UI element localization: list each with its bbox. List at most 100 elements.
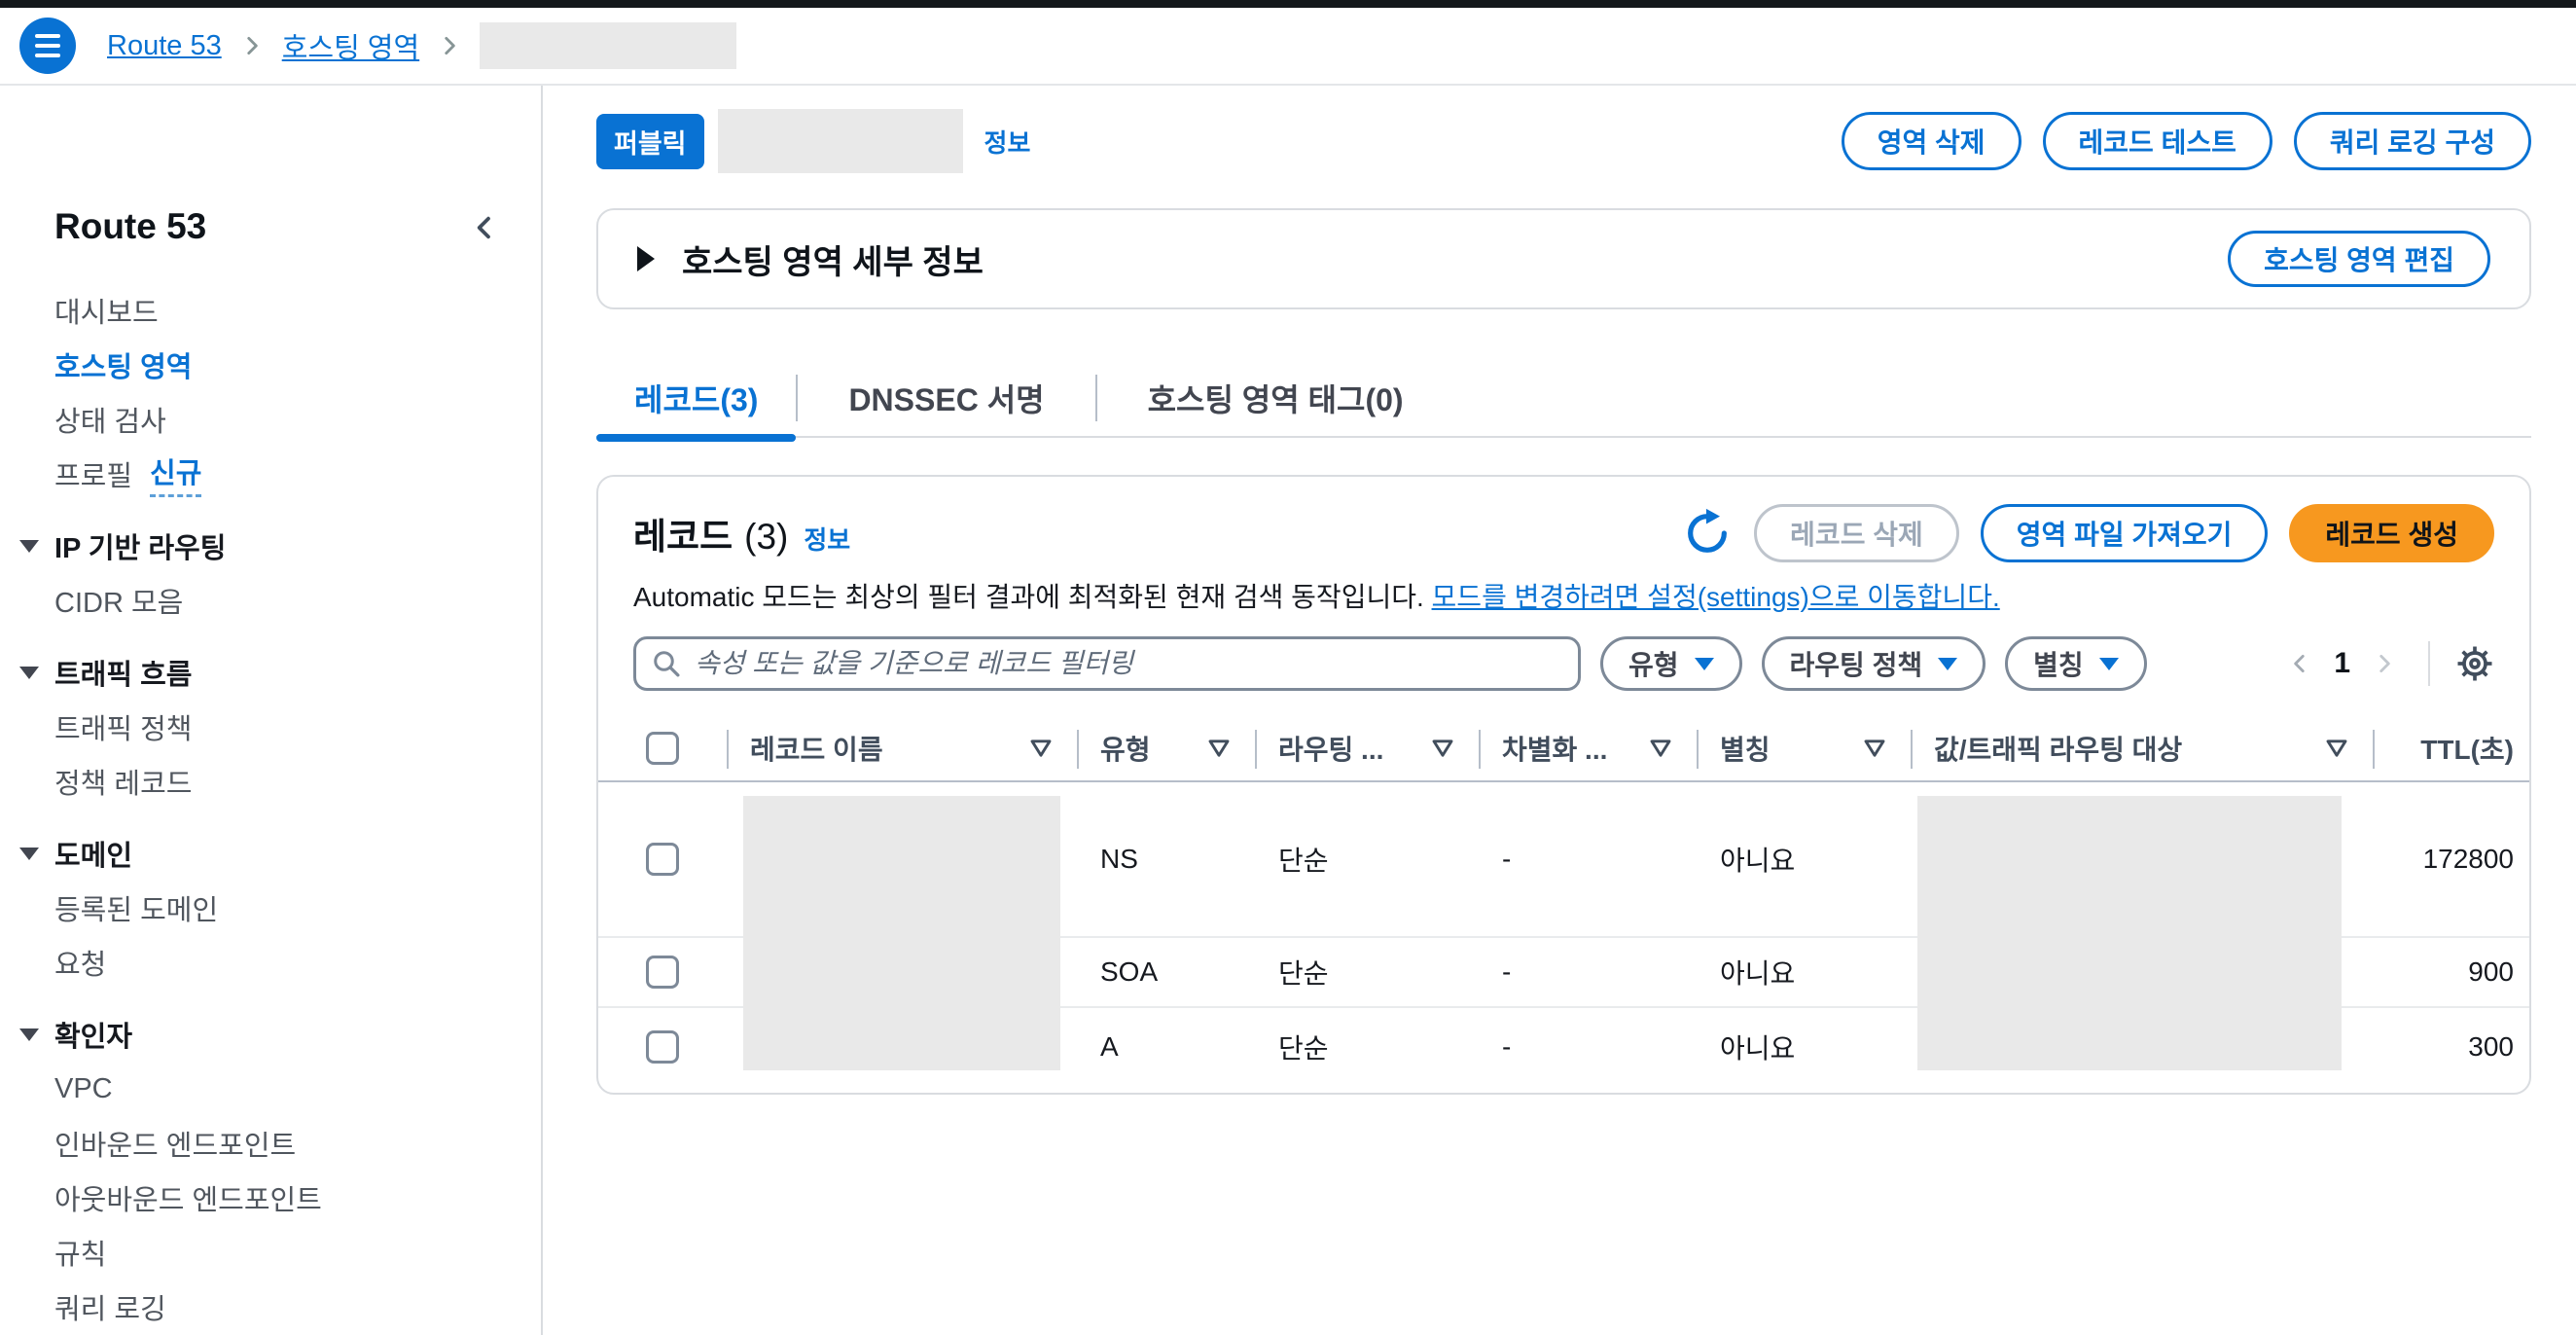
records-info-link[interactable]: 정보 bbox=[804, 521, 850, 557]
records-count: (3) bbox=[744, 517, 788, 558]
sidebar-item-dashboard[interactable]: 대시보드 bbox=[0, 283, 541, 338]
chevron-down-icon bbox=[1938, 658, 1957, 670]
sidebar-item-registered-domains[interactable]: 등록된 도메인 bbox=[0, 881, 541, 935]
records-table-header: 레코드 이름 유형 라우팅 ... 차별화 ... 별칭 값/트래픽 라우팅 대… bbox=[598, 716, 2529, 782]
column-label: 값/트래픽 라우팅 대상 bbox=[1934, 729, 2182, 768]
sidebar-item-inbound-endpoints[interactable]: 인바운드 엔드포인트 bbox=[0, 1116, 541, 1171]
test-record-button[interactable]: 레코드 테스트 bbox=[2043, 112, 2272, 170]
sidebar-collapse-button[interactable] bbox=[469, 212, 500, 246]
record-filter-input[interactable] bbox=[695, 648, 1562, 679]
breadcrumb-route53-link[interactable]: Route 53 bbox=[107, 30, 222, 62]
search-icon bbox=[652, 649, 681, 678]
sort-icon[interactable] bbox=[1864, 740, 1885, 757]
sidebar-item-vpc[interactable]: VPC bbox=[0, 1062, 541, 1116]
sidebar-item-label: 프로필 bbox=[54, 453, 132, 494]
row-checkbox[interactable] bbox=[646, 1030, 679, 1064]
type-filter-dropdown[interactable]: 유형 bbox=[1600, 636, 1742, 691]
column-header-ttl[interactable]: TTL(초) bbox=[2373, 716, 2531, 780]
next-page-button[interactable] bbox=[2366, 645, 2403, 682]
column-label: TTL(초) bbox=[2420, 729, 2514, 768]
tab-zone-tags[interactable]: 호스팅 영역 태그(0) bbox=[1097, 359, 1454, 437]
column-label: 별칭 bbox=[1720, 729, 1771, 768]
sidebar-section-ip-based-routing[interactable]: IP 기반 라우팅 bbox=[0, 519, 541, 573]
record-filter-box bbox=[633, 636, 1581, 691]
create-record-button[interactable]: 레코드 생성 bbox=[2289, 504, 2494, 562]
records-actions: 레코드 삭제 영역 파일 가져오기 레코드 생성 bbox=[1682, 504, 2494, 562]
delete-zone-button[interactable]: 영역 삭제 bbox=[1842, 112, 2021, 170]
services-menu-button[interactable] bbox=[19, 18, 76, 74]
sort-icon[interactable] bbox=[2326, 740, 2347, 757]
routing-policy-filter-dropdown[interactable]: 라우팅 정책 bbox=[1762, 636, 1986, 691]
import-zone-file-button[interactable]: 영역 파일 가져오기 bbox=[1981, 504, 2269, 562]
sidebar-item-label: 등록된 도메인 bbox=[54, 887, 218, 928]
column-header-record-name[interactable]: 레코드 이름 bbox=[727, 716, 1077, 780]
column-header-type[interactable]: 유형 bbox=[1077, 716, 1255, 780]
column-header-routing[interactable]: 라우팅 ... bbox=[1255, 716, 1479, 780]
column-label: 레코드 이름 bbox=[750, 729, 883, 768]
sidebar-section-domains[interactable]: 도메인 bbox=[0, 826, 541, 881]
chevron-down-icon bbox=[2099, 658, 2119, 670]
tab-label: DNSSEC 서명 bbox=[848, 376, 1044, 420]
edit-hosted-zone-button[interactable]: 호스팅 영역 편집 bbox=[2228, 231, 2490, 287]
sidebar-item-requests[interactable]: 요청 bbox=[0, 935, 541, 990]
tab-dnssec-signing[interactable]: DNSSEC 서명 bbox=[798, 359, 1094, 437]
sidebar-section-resolver[interactable]: 확인자 bbox=[0, 1007, 541, 1062]
sidebar-item-policy-records[interactable]: 정책 레코드 bbox=[0, 754, 541, 809]
triangle-down-icon bbox=[19, 848, 39, 860]
chevron-left-icon bbox=[2287, 651, 2312, 676]
details-panel-title[interactable]: 호스팅 영역 세부 정보 bbox=[682, 235, 984, 283]
sort-icon[interactable] bbox=[1030, 740, 1052, 757]
sort-icon[interactable] bbox=[1650, 740, 1671, 757]
sidebar-item-hosted-zones[interactable]: 호스팅 영역 bbox=[0, 338, 541, 392]
triangle-down-icon bbox=[19, 1028, 39, 1041]
sort-icon[interactable] bbox=[1208, 740, 1230, 757]
record-names-redacted bbox=[743, 796, 1060, 1070]
sidebar-item-label: 정책 레코드 bbox=[54, 761, 192, 802]
column-header-differentiator[interactable]: 차별화 ... bbox=[1479, 716, 1697, 780]
sidebar-item-traffic-policies[interactable]: 트래픽 정책 bbox=[0, 700, 541, 754]
sidebar-item-health-checks[interactable]: 상태 검사 bbox=[0, 392, 541, 447]
sidebar-item-query-logging[interactable]: 쿼리 로깅 bbox=[0, 1280, 541, 1334]
zone-actions: 영역 삭제 레코드 테스트 쿼리 로깅 구성 bbox=[1842, 112, 2531, 170]
chevron-left-icon bbox=[469, 212, 500, 243]
sidebar-item-outbound-endpoints[interactable]: 아웃바운드 엔드포인트 bbox=[0, 1171, 541, 1225]
sidebar-item-label: 대시보드 bbox=[54, 290, 159, 331]
sidebar-item-label: VPC bbox=[54, 1073, 113, 1105]
records-panel: 레코드 (3) 정보 레코드 삭제 영역 파일 가져오기 레코드 생성 Auto… bbox=[596, 475, 2531, 1095]
configure-query-logging-button[interactable]: 쿼리 로깅 구성 bbox=[2294, 112, 2531, 170]
tab-label: 호스팅 영역 태그(0) bbox=[1148, 376, 1404, 420]
select-all-checkbox[interactable] bbox=[646, 732, 679, 765]
sidebar-item-profiles[interactable]: 프로필 신규 bbox=[0, 447, 541, 501]
refresh-button[interactable] bbox=[1682, 508, 1733, 559]
dropdown-label: 라우팅 정책 bbox=[1790, 644, 1923, 683]
expand-triangle-icon[interactable] bbox=[637, 246, 655, 271]
sidebar-section-traffic-flow[interactable]: 트래픽 흐름 bbox=[0, 645, 541, 700]
sort-icon[interactable] bbox=[1432, 740, 1453, 757]
breadcrumb-hosted-zones-link[interactable]: 호스팅 영역 bbox=[282, 25, 419, 66]
sidebar-item-label: 상태 검사 bbox=[54, 399, 166, 440]
sidebar-section-label: IP 기반 라우팅 bbox=[54, 525, 226, 566]
sidebar-item-label: 아웃바운드 엔드포인트 bbox=[54, 1177, 322, 1218]
new-badge-link[interactable]: 신규 bbox=[150, 451, 201, 497]
hosted-zone-details-panel: 호스팅 영역 세부 정보 호스팅 영역 편집 bbox=[596, 208, 2531, 309]
breadcrumb-bar: Route 53 호스팅 영역 bbox=[0, 8, 2576, 86]
settings-mode-link[interactable]: 모드를 변경하려면 설정(settings)으로 이동합니다. bbox=[1432, 582, 2000, 612]
table-settings-button[interactable] bbox=[2455, 644, 2494, 683]
tab-label: 레코드(3) bbox=[634, 376, 758, 420]
column-label: 유형 bbox=[1100, 729, 1151, 768]
row-checkbox[interactable] bbox=[646, 843, 679, 876]
current-page-number[interactable]: 1 bbox=[2334, 647, 2350, 680]
sidebar-item-rules[interactable]: 규칙 bbox=[0, 1225, 541, 1280]
sidebar-item-cidr-collections[interactable]: CIDR 모음 bbox=[0, 573, 541, 628]
delete-record-button[interactable]: 레코드 삭제 bbox=[1754, 504, 1959, 562]
row-checkbox[interactable] bbox=[646, 956, 679, 989]
previous-page-button[interactable] bbox=[2281, 645, 2318, 682]
column-header-alias[interactable]: 별칭 bbox=[1697, 716, 1911, 780]
record-values-redacted bbox=[1917, 796, 2342, 1070]
tab-records[interactable]: 레코드(3) bbox=[596, 359, 796, 437]
automatic-mode-text: Automatic 모드는 최상의 필터 결과에 최적화된 현재 검색 동작입니… bbox=[633, 582, 1424, 612]
record-routing-cell: 단순 bbox=[1255, 1028, 1479, 1066]
alias-filter-dropdown[interactable]: 별칭 bbox=[2005, 636, 2147, 691]
zone-info-link[interactable]: 정보 bbox=[984, 124, 1031, 160]
column-header-value[interactable]: 값/트래픽 라우팅 대상 bbox=[1911, 716, 2373, 780]
